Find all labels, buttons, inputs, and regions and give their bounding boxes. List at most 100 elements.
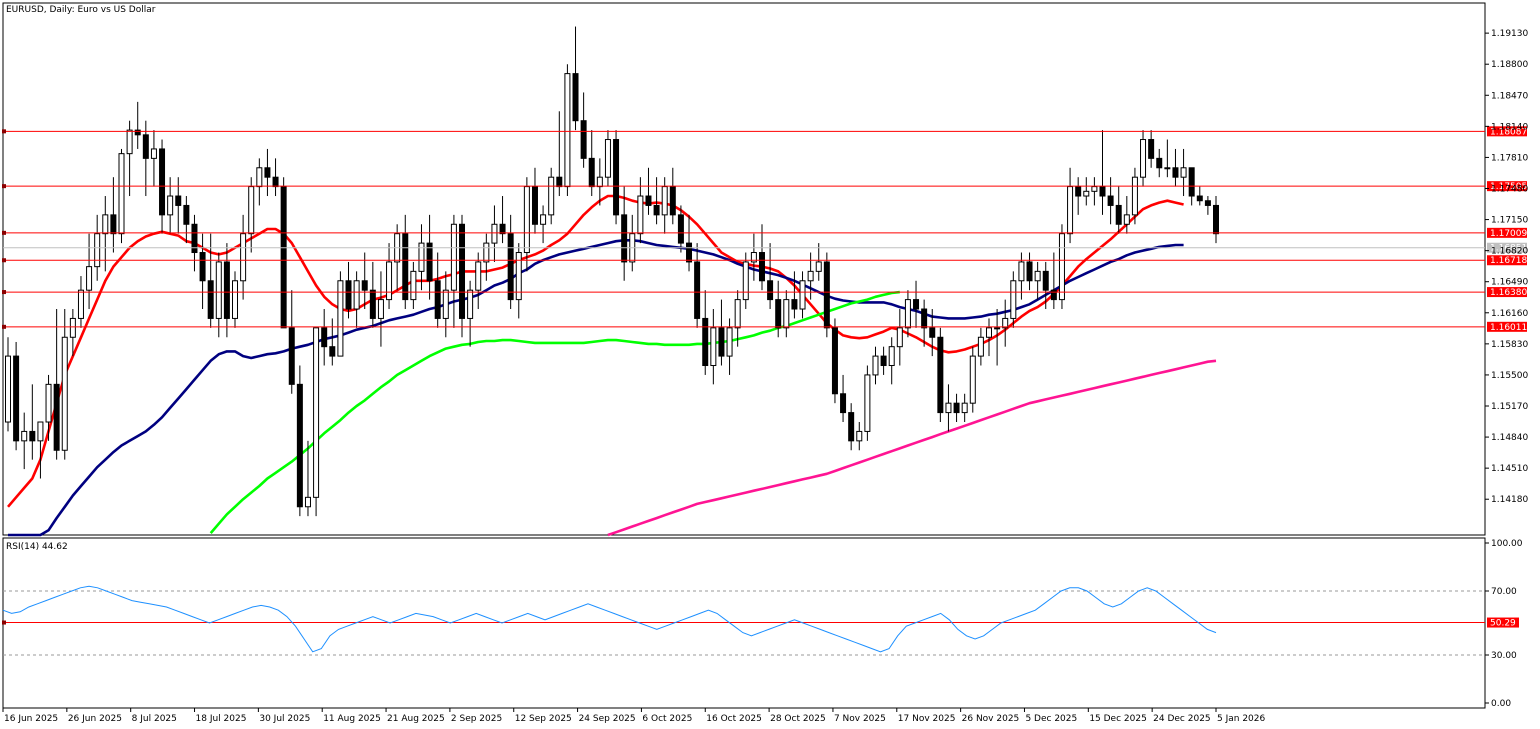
candle-bull xyxy=(118,153,125,235)
candle-bull xyxy=(1131,176,1138,216)
candle-bear xyxy=(288,327,295,385)
date-tick-label: 18 Jul 2025 xyxy=(196,714,247,724)
price-tick-label: 1.15170 xyxy=(1491,402,1528,412)
date-tick-label: 11 Aug 2025 xyxy=(323,714,381,724)
candle-bear xyxy=(686,242,693,263)
candle-bull xyxy=(313,327,320,498)
candle-bear xyxy=(1213,204,1219,235)
candle-bear xyxy=(718,327,725,357)
candle-bear xyxy=(361,280,368,291)
candle-bear xyxy=(840,393,847,414)
candle-bear xyxy=(1172,167,1179,178)
candle-bull xyxy=(1010,280,1017,319)
candle-bull xyxy=(450,223,457,291)
candle-bull xyxy=(94,233,101,268)
candle-bull xyxy=(377,299,384,319)
candle-bear xyxy=(280,186,287,329)
candle-bear xyxy=(1099,186,1106,197)
candle-bear xyxy=(1115,204,1122,225)
price-tick-label: 1.15830 xyxy=(1491,340,1528,350)
chart-canvas: 1.180871.175051.170091.167181.163801.160… xyxy=(2,2,1528,724)
candle-bear xyxy=(621,214,628,263)
rsi-tick-label: 100.00 xyxy=(1491,539,1523,549)
candle-bull xyxy=(386,261,393,301)
candle-bull xyxy=(69,317,76,338)
level-tag-label: 1.16011 xyxy=(1490,323,1527,333)
candle-bull xyxy=(864,374,871,432)
candle-bear xyxy=(937,336,944,414)
candle-bull xyxy=(856,430,863,442)
candle-bear xyxy=(321,327,328,348)
rsi-tick-label: 30.00 xyxy=(1491,651,1517,661)
candle-bear xyxy=(613,139,620,216)
rsi-title: RSI(14) 44.62 xyxy=(6,542,68,552)
candle-bear xyxy=(694,261,701,319)
date-tick-label: 16 Jun 2025 xyxy=(4,714,58,724)
candle-bear xyxy=(369,289,376,319)
date-tick-label: 5 Jan 2026 xyxy=(1217,714,1265,724)
price-tick-label: 1.14840 xyxy=(1491,433,1528,443)
price-tick-label: 1.16490 xyxy=(1491,278,1528,288)
date-tick-label: 24 Dec 2025 xyxy=(1153,714,1211,724)
price-tick-label: 1.17150 xyxy=(1491,216,1528,226)
level-marker xyxy=(2,258,6,263)
candle-bear xyxy=(1188,167,1195,197)
date-tick-label: 21 Aug 2025 xyxy=(387,714,445,724)
candle-bear xyxy=(823,261,830,329)
candle-bull xyxy=(540,214,547,225)
candle-bear xyxy=(53,383,60,451)
candle-bear xyxy=(848,412,855,442)
candle-bull xyxy=(353,280,360,310)
rsi-tick-label: 70.00 xyxy=(1491,587,1517,597)
price-tick-label: 1.16820 xyxy=(1491,247,1528,257)
candle-bear xyxy=(199,252,206,282)
candle-bear xyxy=(1026,261,1033,282)
candle-bear xyxy=(345,280,352,310)
candle-bear xyxy=(134,129,141,136)
candle-bull xyxy=(21,430,28,442)
candle-bull xyxy=(783,299,790,329)
level-tag-label: 1.17009 xyxy=(1490,229,1527,239)
price-tick-label: 1.18800 xyxy=(1491,60,1528,70)
candle-bull xyxy=(248,186,255,235)
candle-bull xyxy=(961,402,968,414)
candle-bull xyxy=(799,280,806,310)
level-marker xyxy=(2,129,6,134)
candle-bull xyxy=(994,327,1001,330)
candle-bear xyxy=(175,195,182,206)
candle-bear xyxy=(677,214,684,244)
date-tick-label: 28 Oct 2025 xyxy=(770,714,826,724)
candle-bear xyxy=(296,383,303,508)
level-marker xyxy=(2,290,6,295)
candle-bear xyxy=(459,223,466,319)
candle-bull xyxy=(491,223,498,244)
candle-bear xyxy=(702,317,709,367)
candle-bear xyxy=(507,233,514,301)
date-tick-label: 5 Dec 2025 xyxy=(1025,714,1077,724)
candle-bear xyxy=(329,346,336,357)
candle-bear xyxy=(183,204,190,225)
candle-bear xyxy=(556,176,563,188)
candle-bear xyxy=(767,280,774,301)
level-marker xyxy=(2,324,6,329)
date-tick-label: 2 Sep 2025 xyxy=(451,714,502,724)
price-tick-label: 1.14180 xyxy=(1491,495,1528,505)
candle-bear xyxy=(1148,139,1155,159)
candle-bear xyxy=(775,299,782,329)
date-tick-label: 16 Oct 2025 xyxy=(706,714,762,724)
candle-bear xyxy=(207,280,214,319)
candle-bull xyxy=(1083,190,1090,197)
rsi-level-marker xyxy=(2,620,6,625)
candle-bear xyxy=(264,167,271,178)
date-tick-label: 7 Nov 2025 xyxy=(834,714,886,724)
candle-bull xyxy=(150,148,157,159)
candle-bull xyxy=(661,186,668,216)
candle-bull xyxy=(232,280,239,319)
candle-bear xyxy=(142,134,149,159)
candle-bull xyxy=(945,402,952,414)
candle-bull xyxy=(977,336,984,357)
candle-bear xyxy=(588,157,595,188)
date-tick-label: 24 Sep 2025 xyxy=(579,714,636,724)
chart-frames xyxy=(2,2,1486,709)
candle-bull xyxy=(904,299,911,329)
